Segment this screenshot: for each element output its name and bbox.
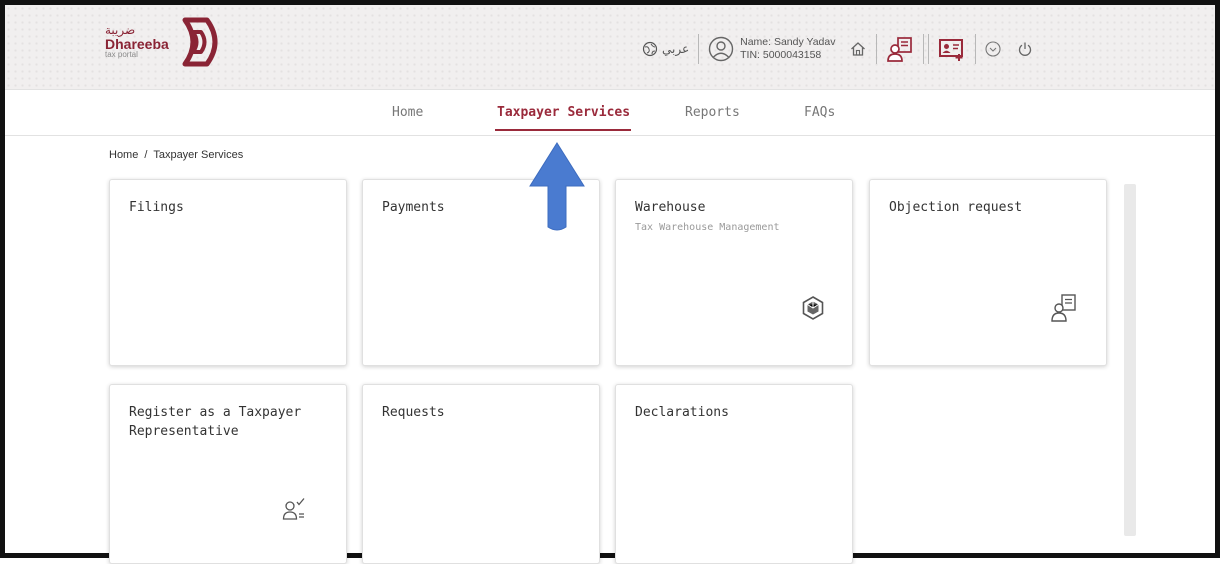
language-label: عربي <box>662 42 690 56</box>
card-requests[interactable]: Requests <box>362 384 600 564</box>
header-divider <box>923 34 925 64</box>
card-objection-request[interactable]: Objection request <box>869 179 1107 366</box>
user-check-icon <box>282 498 305 520</box>
logout-button[interactable] <box>1017 41 1033 57</box>
user-tin: TIN: 5000043158 <box>740 49 822 61</box>
header-divider <box>876 34 878 64</box>
header-divider <box>928 34 930 64</box>
switch-account-button[interactable] <box>886 35 914 63</box>
card-title: Register as a Taxpayer Representative <box>129 405 302 439</box>
card-warehouse[interactable]: Warehouse Tax Warehouse Management <box>615 179 853 366</box>
breadcrumb-separator: / <box>144 149 148 161</box>
dhareeba-logo[interactable]: ضريبة Dhareeba tax portal <box>105 17 225 67</box>
user-name: Name: Sandy Yadav <box>740 36 836 49</box>
card-title: Payments <box>382 200 445 215</box>
nav-faqs[interactable]: FAQs <box>804 105 835 120</box>
card-title: Declarations <box>635 405 729 420</box>
card-title: Requests <box>382 405 445 420</box>
card-title: Warehouse <box>635 200 706 215</box>
power-icon <box>1019 42 1032 56</box>
top-header: ضريبة Dhareeba tax portal عربي Name: San… <box>5 5 1215 89</box>
nav-taxpayer-services[interactable]: Taxpayer Services <box>497 105 630 120</box>
card-filings[interactable]: Filings <box>109 179 347 366</box>
page-scrollbar[interactable] <box>1124 184 1136 536</box>
portal-window: ضريبة Dhareeba tax portal عربي Name: San… <box>0 0 1220 564</box>
id-card-plus-icon <box>939 39 964 61</box>
home-icon <box>851 42 866 56</box>
breadcrumb: Home / Taxpayer Services <box>109 149 243 161</box>
objection-request-icon <box>1051 294 1076 322</box>
active-tab-indicator <box>495 129 631 131</box>
breadcrumb-home[interactable]: Home <box>109 149 138 161</box>
profile-dropdown-button[interactable] <box>985 41 1002 57</box>
breadcrumb-current: Taxpayer Services <box>153 149 244 161</box>
cube-icon <box>802 296 824 320</box>
dhareeba-logo-mark-icon <box>182 17 218 67</box>
nav-reports[interactable]: Reports <box>685 105 740 120</box>
card-title: Filings <box>129 200 184 215</box>
language-switch[interactable]: عربي <box>642 41 689 57</box>
user-avatar-icon <box>708 36 734 62</box>
card-declarations[interactable]: Declarations <box>615 384 853 564</box>
card-title: Objection request <box>889 200 1023 215</box>
card-register-taxpayer-representative[interactable]: Register as a Taxpayer Representative <box>109 384 347 564</box>
nav-home[interactable]: Home <box>392 105 423 120</box>
header-divider <box>975 34 977 64</box>
header-divider <box>698 34 700 64</box>
card-subtitle: Tax Warehouse Management <box>635 222 780 233</box>
chevron-down-icon <box>985 41 1002 57</box>
user-document-icon <box>887 37 913 62</box>
logo-arabic-text: ضريبة <box>105 23 136 38</box>
user-profile[interactable]: Name: Sandy Yadav TIN: 5000043158 <box>708 36 835 62</box>
arrow-up-icon <box>529 142 585 231</box>
logo-subtitle: tax portal <box>105 50 138 60</box>
home-button[interactable] <box>849 40 867 58</box>
main-navigation: Home Taxpayer Services Reports FAQs <box>5 89 1215 136</box>
globe-icon <box>642 41 658 57</box>
header-actions: عربي Name: Sandy Yadav TIN: 5000043158 <box>642 29 1033 69</box>
tax-agent-button[interactable] <box>938 36 966 62</box>
logo-english-text: Dhareeba <box>105 35 169 52</box>
